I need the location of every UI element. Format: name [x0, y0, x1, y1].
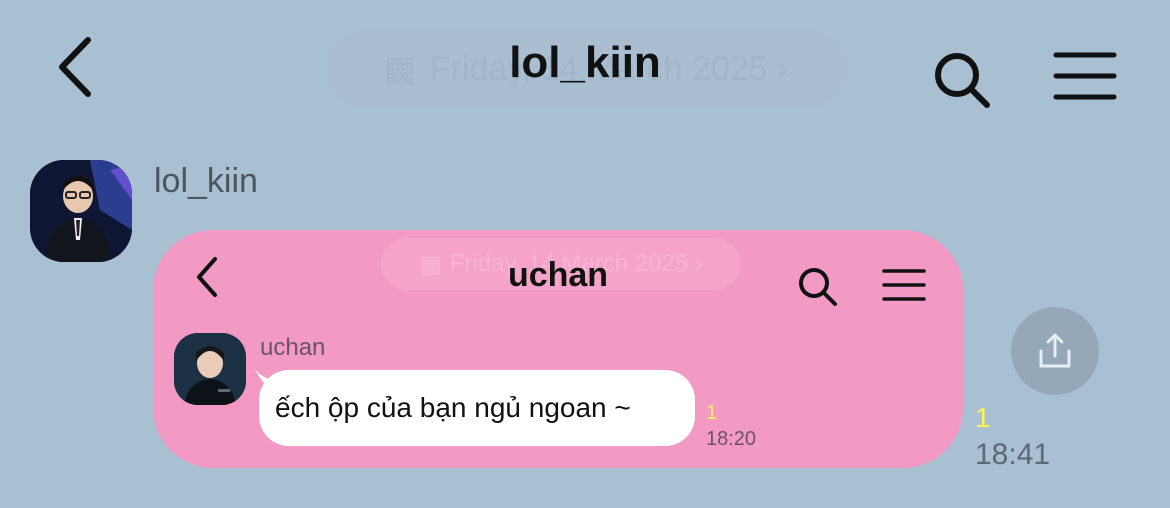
embedded-search-icon	[797, 266, 839, 308]
share-button[interactable]	[1011, 307, 1099, 395]
embedded-sender-name: uchan	[260, 334, 326, 361]
unread-count: 1	[975, 402, 991, 433]
embedded-unread-count: 1	[706, 402, 718, 424]
menu-button[interactable]	[1052, 50, 1118, 102]
sender-name: lol_kiin	[154, 162, 258, 200]
embedded-message-text: ếch ộp của bạn ngủ ngoan ~	[275, 392, 631, 423]
image-message[interactable]: ▦ Friday, 14 March 2025 › uchan uchan ếc…	[153, 230, 963, 468]
share-upload-icon	[1039, 333, 1071, 368]
embedded-back-icon	[193, 256, 223, 298]
embedded-menu-icon	[881, 268, 927, 302]
search-icon	[935, 53, 990, 108]
search-button[interactable]	[932, 50, 992, 110]
chevron-left-icon	[59, 37, 91, 97]
back-button[interactable]	[52, 36, 102, 98]
embedded-message-bubble: ếch ộp của bạn ngủ ngoan ~	[259, 370, 695, 446]
embedded-message-time: 18:20	[706, 428, 757, 450]
message-time: 18:41	[975, 438, 1051, 471]
embedded-chat-title: uchan	[507, 256, 609, 294]
chat-title: lol_kiin	[509, 38, 661, 87]
embedded-sender-avatar	[174, 333, 246, 405]
hamburger-menu-icon	[1053, 52, 1117, 100]
avatar-image	[30, 160, 132, 262]
sender-avatar[interactable]	[30, 160, 132, 262]
